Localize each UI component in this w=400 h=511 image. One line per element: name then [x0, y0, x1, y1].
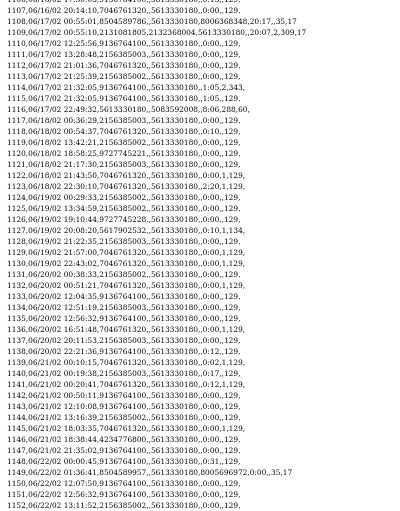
log-line: 1110,06/17/02 12:25:56,9136764100,,56133…	[7, 39, 241, 48]
log-line: 1139,06/21/02 00:10:15,7046761320,,56133…	[7, 358, 246, 367]
log-line: 1130,06/19/02 22:43:02,7046761320,,56133…	[7, 259, 246, 268]
log-line: 1132,06/20/02 00:51:21,7046761320,,56133…	[7, 281, 246, 290]
log-line: 1122,06/18/02 21:43:50,7046761320,,56133…	[7, 171, 246, 180]
log-line: 1137,06/20/02 20:11:53,2156385003,,56133…	[7, 336, 241, 345]
log-line: 1117,06/18/02 00:36:29,2156385003,,56133…	[7, 116, 241, 125]
log-line: 1109,06/17/02 00:55:10,2131081805,213236…	[7, 28, 307, 37]
log-line: 1152,06/22/02 13:11:52,2156385002,,56133…	[7, 501, 241, 510]
log-line: 1150,06/22/02 12:07:50,9136764100,,56133…	[7, 479, 241, 488]
log-line: 1111,06/17/02 13:28:48,2156385003,,56133…	[7, 50, 241, 59]
log-document: 1106,06/16/02 17:50:03,9136764100,,56133…	[0, 0, 400, 511]
log-line: 1116,06/17/02 22:49:32,5613330180,,50835…	[7, 105, 250, 114]
log-line: 1123,06/18/02 22:30:10,7046761320,,56133…	[7, 182, 246, 191]
log-line: 1135,06/20/02 12:56:32,9136764100,,56133…	[7, 314, 241, 323]
log-line: 1136,06/20/02 16:51:48,7046761320,,56133…	[7, 325, 246, 334]
log-line: 1107,06/16/02 20:14:10,7046761320,,56133…	[7, 6, 241, 15]
log-line: 1149,06/22/02 01:36:41,8504589957,,56133…	[7, 468, 293, 477]
log-line: 1124,06/19/02 00:29:33,2156385002,,56133…	[7, 193, 241, 202]
log-line: 1141,06/21/02 00:20:41,7046761320,,56133…	[7, 380, 246, 389]
log-line: 1142,06/21/02 00:50:11,9136764100,,56133…	[7, 391, 241, 400]
log-line: 1126,06/19/02 19:10:44,9727745228,,56133…	[7, 215, 241, 224]
log-line: 1127,06/19/02 20:08:20,5617902532,,56133…	[7, 226, 246, 235]
log-line: 1148,06/22/02 00:00:45,9136764100,,56133…	[7, 457, 241, 466]
log-line: 1145,06/21/02 18:03:35,7046761320,,56133…	[7, 424, 246, 433]
log-line: 1143,06/21/02 12:10:08,9136764100,,56133…	[7, 402, 241, 411]
log-line: 1114,06/17/02 21:32:05,9136764100,,56133…	[7, 83, 246, 92]
log-line: 1147,06/21/02 21:35:02,9136764100,,56133…	[7, 446, 241, 455]
log-line: 1118,06/18/02 00:54:37,7046761320,,56133…	[7, 127, 241, 136]
log-line: 1119,06/18/02 13:42:21,2156385002,,56133…	[7, 138, 241, 147]
log-line: 1108,06/17/02 00:55:01,8504589786,,56133…	[7, 17, 297, 26]
log-line: 1113,06/17/02 21:25:39,2156385002,,56133…	[7, 72, 241, 81]
log-line: 1128,06/19/02 21:22:35,2156385003,,56133…	[7, 237, 241, 246]
log-line: 1112,06/17/02 21:01:36,7046761320,,56133…	[7, 61, 241, 70]
log-line: 1115,06/17/02 21:32:05,9136764100,,56133…	[7, 94, 241, 103]
log-line: 1125,06/19/02 13:34:59,2156385002,,56133…	[7, 204, 241, 213]
log-line: 1151,06/22/02 12:56:32,9136764100,,56133…	[7, 490, 241, 499]
log-line: 1120,06/18/02 18:58:25,9727745221,,56133…	[7, 149, 241, 158]
log-line: 1121,06/18/02 21:17:30,2156385003,,56133…	[7, 160, 241, 169]
log-line: 1131,06/20/02 00:38:33,2156385002,,56133…	[7, 270, 241, 279]
log-line: 1144,06/21/02 13:16:39,2156385002,,56133…	[7, 413, 241, 422]
log-line: 1146,06/21/02 18:38:44,4234776800,,56133…	[7, 435, 241, 444]
log-line: 1133,06/20/02 12:04:35,9136764100,,56133…	[7, 292, 241, 301]
log-line: 1138,06/20/02 22:21:36,9136764100,,56133…	[7, 347, 241, 356]
log-line: 1140,06/21/02 00:19:38,2156385003,,56133…	[7, 369, 241, 378]
log-line: 1134,06/20/02 12:51:19,2156385003,,56133…	[7, 303, 241, 312]
log-line: 1129,06/19/02 21:57:00,7046761320,,56133…	[7, 248, 246, 257]
